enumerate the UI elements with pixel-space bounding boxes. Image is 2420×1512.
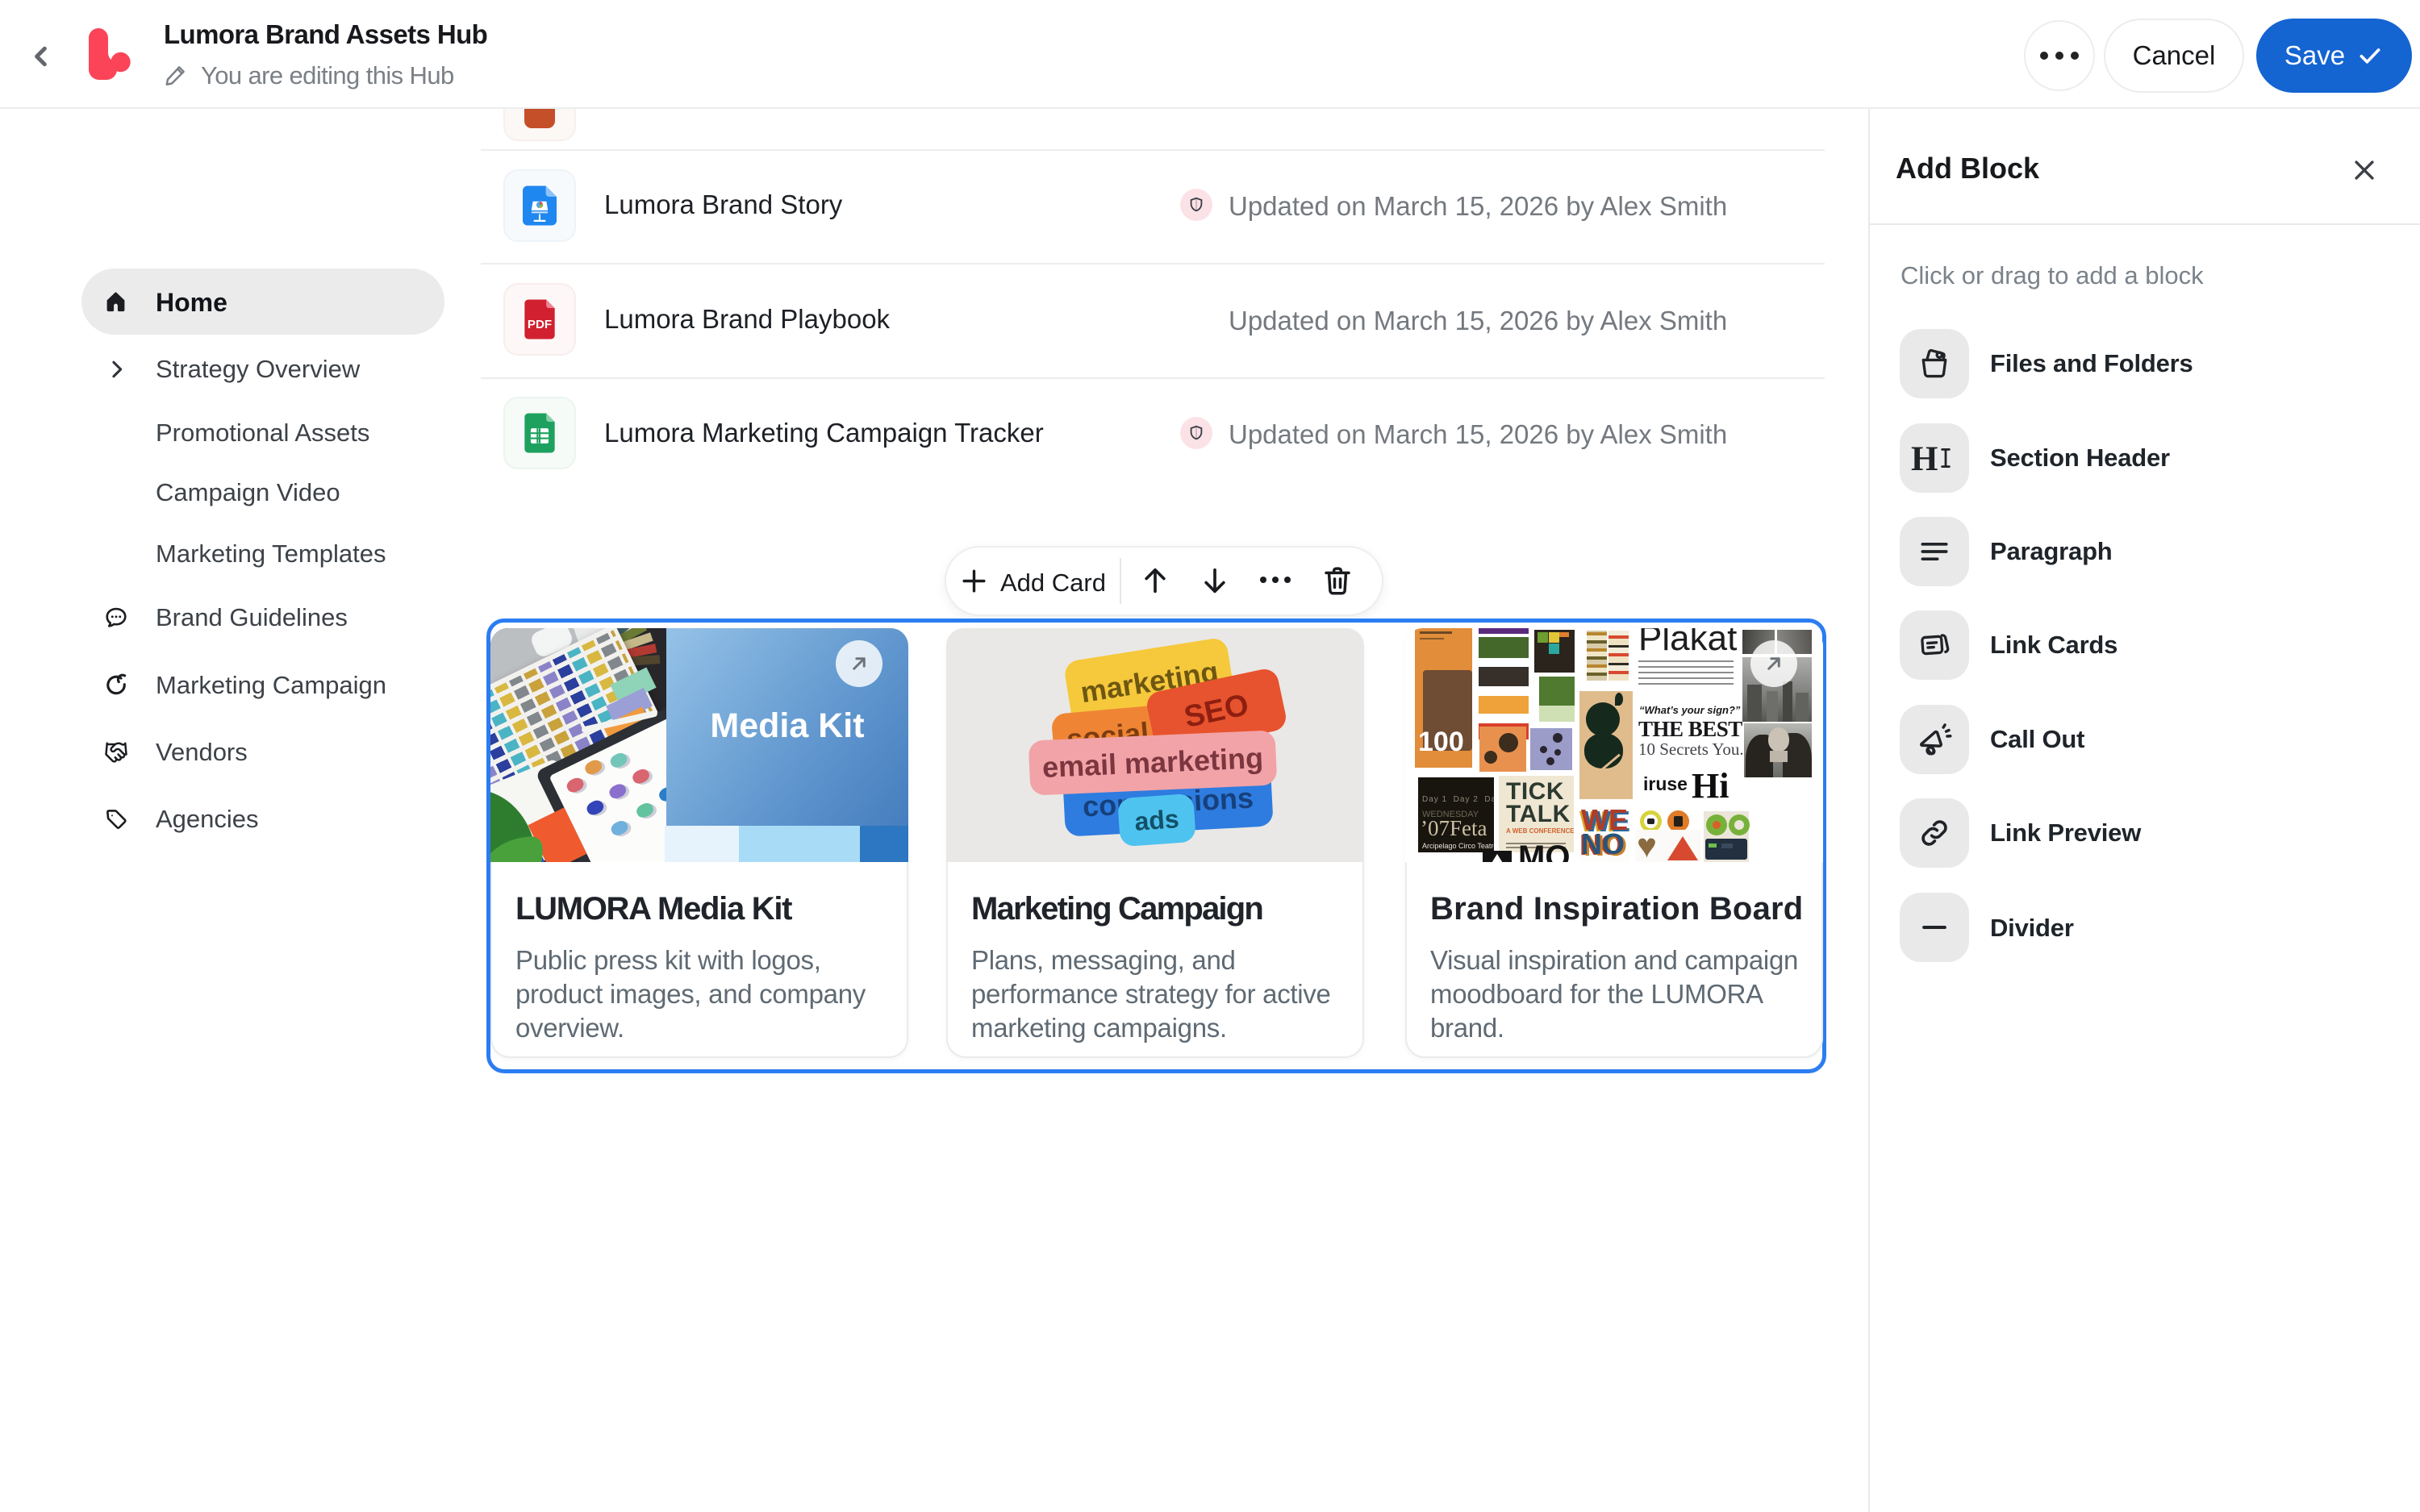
svg-text:PDF: PDF bbox=[528, 318, 552, 331]
